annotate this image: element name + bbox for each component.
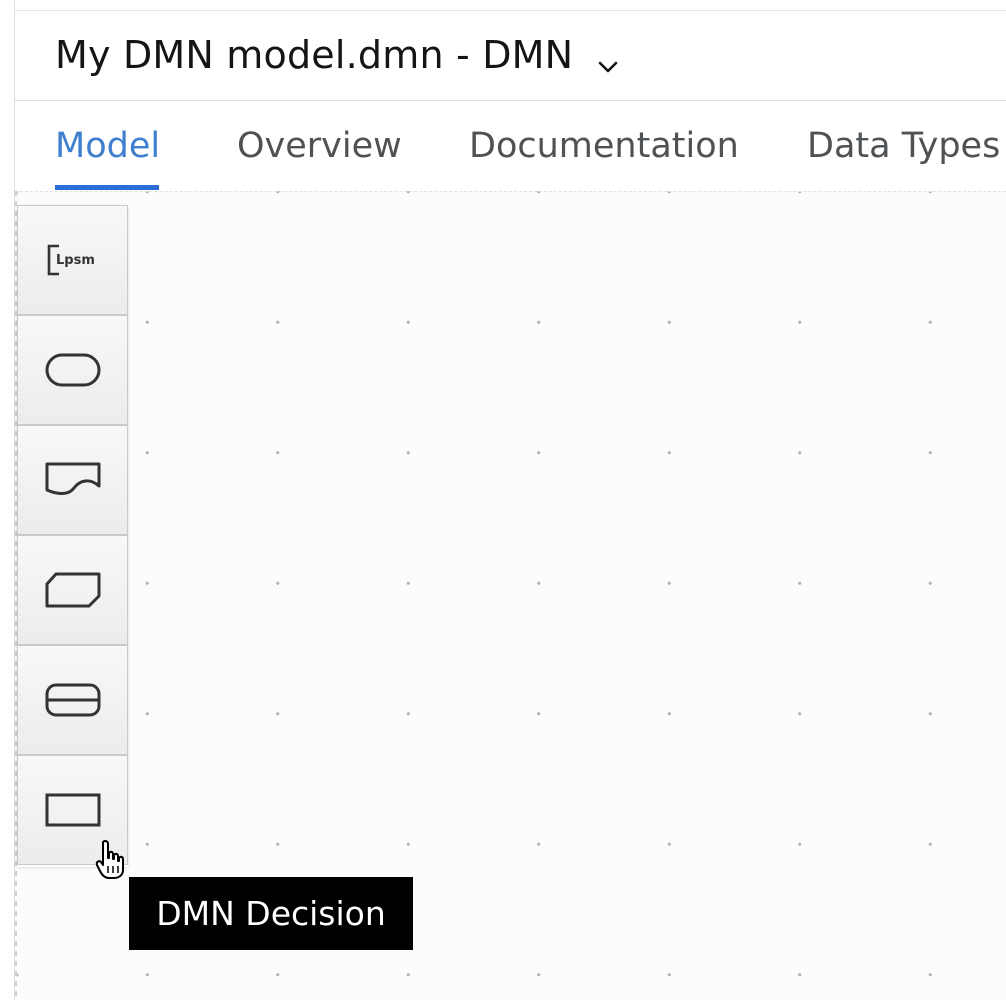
tab-overview[interactable]: Overview	[237, 126, 402, 166]
tab-data-types[interactable]: Data Types	[807, 126, 1000, 166]
decision-icon	[45, 793, 100, 827]
dmn-editor: My DMN model.dmn - DMN Model Overview Do…	[0, 0, 1006, 1000]
window-left-edge	[0, 0, 15, 1000]
editor-header: My DMN model.dmn - DMN	[15, 11, 1006, 101]
palette-item-input-data[interactable]	[17, 315, 128, 425]
input-data-icon	[45, 353, 100, 387]
knowledge-source-icon	[45, 462, 100, 495]
palette-tooltip: DMN Decision	[129, 877, 413, 950]
palette-item-business-knowledge-model[interactable]	[17, 535, 128, 645]
hand-cursor-icon	[95, 839, 124, 879]
window-top-edge	[0, 0, 1006, 11]
palette-item-decision-service[interactable]	[17, 645, 128, 755]
text-annotation-icon: Lpsm	[47, 244, 95, 276]
editor-tabs: Model Overview Documentation Data Types	[15, 101, 1006, 191]
svg-text:Lpsm: Lpsm	[56, 253, 95, 268]
palette-item-text-annotation[interactable]: Lpsm	[17, 205, 128, 315]
chevron-down-icon[interactable]	[597, 60, 619, 74]
decision-service-icon	[45, 683, 100, 717]
tooltip-label: DMN Decision	[156, 894, 386, 933]
palette-item-knowledge-source[interactable]	[17, 425, 128, 535]
tab-documentation[interactable]: Documentation	[469, 126, 739, 166]
active-tab-indicator	[55, 185, 159, 190]
tab-model[interactable]: Model	[55, 126, 160, 166]
file-title[interactable]: My DMN model.dmn - DMN	[55, 33, 573, 77]
business-knowledge-model-icon	[45, 572, 100, 608]
shape-palette: Lpsm	[17, 205, 128, 867]
